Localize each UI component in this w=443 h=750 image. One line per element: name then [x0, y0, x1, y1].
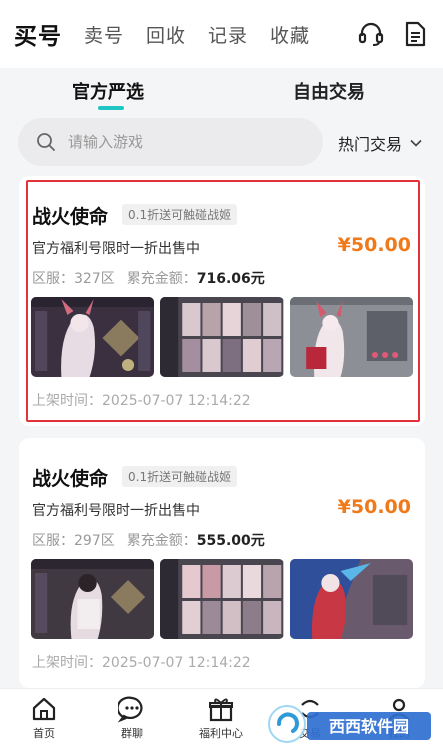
screenshot-gallery — [31, 559, 413, 639]
trade-icon — [301, 699, 319, 719]
time-label: 上架时间： — [32, 655, 102, 671]
game-screenshot[interactable] — [289, 297, 413, 377]
listing-price: ¥50.00 — [337, 234, 411, 256]
sort-dropdown[interactable]: 热门交易 — [338, 131, 422, 155]
nav-item-chat[interactable]: 群聊 — [97, 695, 167, 741]
nav-label: 交易 — [299, 727, 321, 740]
listing-meta: 区服：327区 累充金额：716.06元 — [32, 268, 265, 288]
server-value: 297区 — [74, 533, 115, 549]
time-value: 2025-07-07 12:14:22 — [102, 655, 251, 671]
tab-favorites[interactable]: 收藏 — [270, 21, 310, 48]
headset-icon[interactable] — [357, 20, 385, 48]
server-label: 区服： — [32, 271, 74, 287]
search-bar[interactable] — [18, 118, 323, 166]
tab-free-trade[interactable]: 自由交易 — [293, 78, 365, 104]
listing-title: 战火使命 — [32, 206, 109, 228]
nav-item-trade[interactable]: 交易 — [275, 695, 345, 741]
nav-label: 首页 — [33, 727, 55, 740]
home-icon — [32, 697, 56, 721]
game-screenshot[interactable] — [289, 559, 413, 639]
gift-icon — [209, 698, 233, 722]
sub-tabs: 官方严选 自由交易 — [0, 68, 443, 116]
game-screenshot[interactable] — [160, 297, 284, 377]
search-icon — [37, 133, 55, 151]
recharge-value: 555.00元 — [196, 533, 265, 549]
tab-official-selection[interactable]: 官方严选 — [72, 78, 144, 104]
chat-icon — [118, 696, 143, 723]
time-label: 上架时间： — [32, 393, 102, 409]
server-value: 327区 — [74, 271, 115, 287]
game-screenshot[interactable] — [160, 559, 284, 639]
listing-description: 官方福利号限时一折出售中 — [32, 241, 200, 257]
listing-tag: 0.1折送可触碰战姬 — [122, 466, 238, 487]
listing-tag: 0.1折送可触碰战姬 — [122, 204, 238, 225]
server-label: 区服： — [32, 533, 74, 549]
active-tab-indicator — [98, 106, 124, 110]
listing-card[interactable]: 战火使命 0.1折送可触碰战姬 官方福利号限时一折出售中 ¥50.00 区服：2… — [19, 438, 425, 688]
nav-item-home[interactable]: 首页 — [9, 695, 79, 741]
sort-label: 热门交易 — [338, 135, 403, 154]
recharge-label: 累充金额： — [126, 271, 197, 287]
nav-label: 福利中心 — [199, 727, 243, 740]
chevron-down-icon — [410, 139, 422, 147]
tab-sell-account[interactable]: 卖号 — [84, 21, 124, 48]
game-screenshot[interactable] — [31, 297, 155, 377]
search-input[interactable] — [68, 133, 288, 151]
user-icon — [388, 698, 410, 721]
nav-label: 我的 — [388, 727, 410, 740]
listing-card[interactable]: 战火使命 0.1折送可触碰战姬 官方福利号限时一折出售中 ¥50.00 区服：3… — [19, 176, 425, 426]
listing-meta: 区服：297区 累充金额：555.00元 — [32, 530, 265, 550]
top-bar: 买号 卖号 回收 记录 收藏 — [0, 0, 443, 68]
listing-time: 上架时间：2025-07-07 12:14:22 — [32, 390, 251, 410]
bottom-navigation: 首页 群聊 福利中心 交易 我的 — [0, 688, 443, 750]
listing-time: 上架时间：2025-07-07 12:14:22 — [32, 652, 251, 672]
tab-records[interactable]: 记录 — [208, 21, 248, 48]
recharge-label: 累充金额： — [126, 533, 197, 549]
screenshot-gallery — [31, 297, 413, 377]
tab-recycle[interactable]: 回收 — [146, 21, 186, 48]
nav-label: 群聊 — [121, 727, 143, 740]
nav-item-mine[interactable]: 我的 — [364, 695, 434, 741]
nav-item-welfare[interactable]: 福利中心 — [186, 695, 256, 741]
time-value: 2025-07-07 12:14:22 — [102, 393, 251, 409]
listing-price: ¥50.00 — [337, 496, 411, 518]
listing-description: 官方福利号限时一折出售中 — [32, 503, 200, 519]
recharge-value: 716.06元 — [196, 271, 265, 287]
document-icon[interactable] — [401, 20, 429, 48]
tab-buy-account[interactable]: 买号 — [14, 17, 62, 51]
game-screenshot[interactable] — [31, 559, 155, 639]
listing-title: 战火使命 — [32, 468, 109, 490]
